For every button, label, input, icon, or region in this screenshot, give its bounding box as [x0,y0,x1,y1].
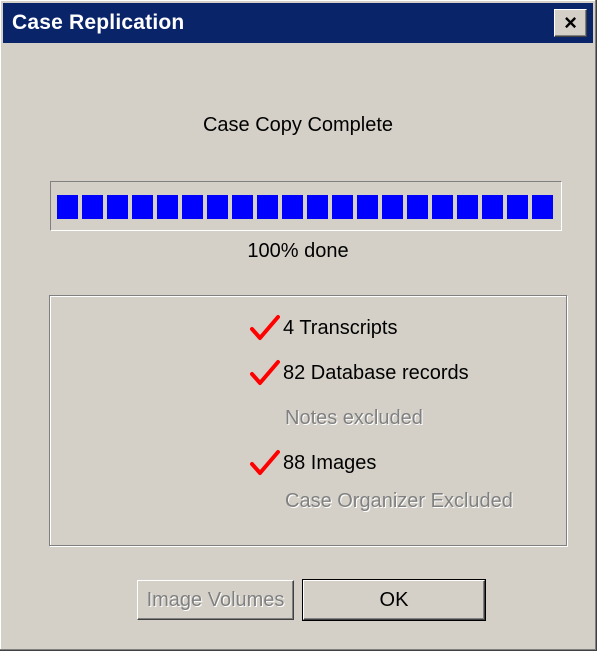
summary-group: 4 Transcripts 82 Database records Notes … [49,295,567,546]
summary-item-label: Case Organizer Excluded [285,490,513,512]
summary-item-label: 4 Transcripts [283,316,398,339]
progress-segment [432,195,453,219]
window-title: Case Replication [12,11,185,34]
progress-segment [457,195,478,219]
checkmark-icon [250,315,280,340]
status-message: Case Copy Complete [202,114,394,136]
image-volumes-button[interactable]: Image Volumes [137,580,294,620]
summary-item-notes: Notes excluded [285,407,423,430]
close-button[interactable]: × [554,9,587,37]
progress-segment [182,195,203,219]
checkmark-icon [250,450,280,475]
progress-segment [232,195,253,219]
progress-segment [307,195,328,219]
summary-item-label: 88 Images [283,451,377,474]
ok-button[interactable]: OK [302,579,486,621]
progress-segment [357,195,378,219]
progress-segment [407,195,428,219]
progress-segment [57,195,78,219]
progress-segment [107,195,128,219]
close-icon: × [564,10,577,35]
progress-segment [132,195,153,219]
progress-label: 100% done [247,240,349,262]
summary-item-transcripts: 4 Transcripts [249,314,397,342]
summary-item-label: 82 Database records [283,361,469,384]
progress-segment [532,195,553,219]
progress-segment [82,195,103,219]
progress-bar [50,181,562,231]
summary-item-label: Notes excluded [285,407,423,429]
progress-fill [57,195,555,219]
progress-segment [332,195,353,219]
progress-segment [482,195,503,219]
progress-segment [257,195,278,219]
progress-segment [207,195,228,219]
title-bar[interactable]: Case Replication × [3,3,593,43]
case-replication-dialog: Case Replication × Case Copy Complete 10… [0,0,597,651]
summary-item-images: 88 Images [249,449,376,477]
progress-segment [507,195,528,219]
progress-segment [282,195,303,219]
summary-item-database-records: 82 Database records [249,359,469,387]
progress-segment [382,195,403,219]
progress-segment [157,195,178,219]
summary-item-case-organizer: Case Organizer Excluded [285,490,513,513]
checkmark-icon [250,360,280,385]
